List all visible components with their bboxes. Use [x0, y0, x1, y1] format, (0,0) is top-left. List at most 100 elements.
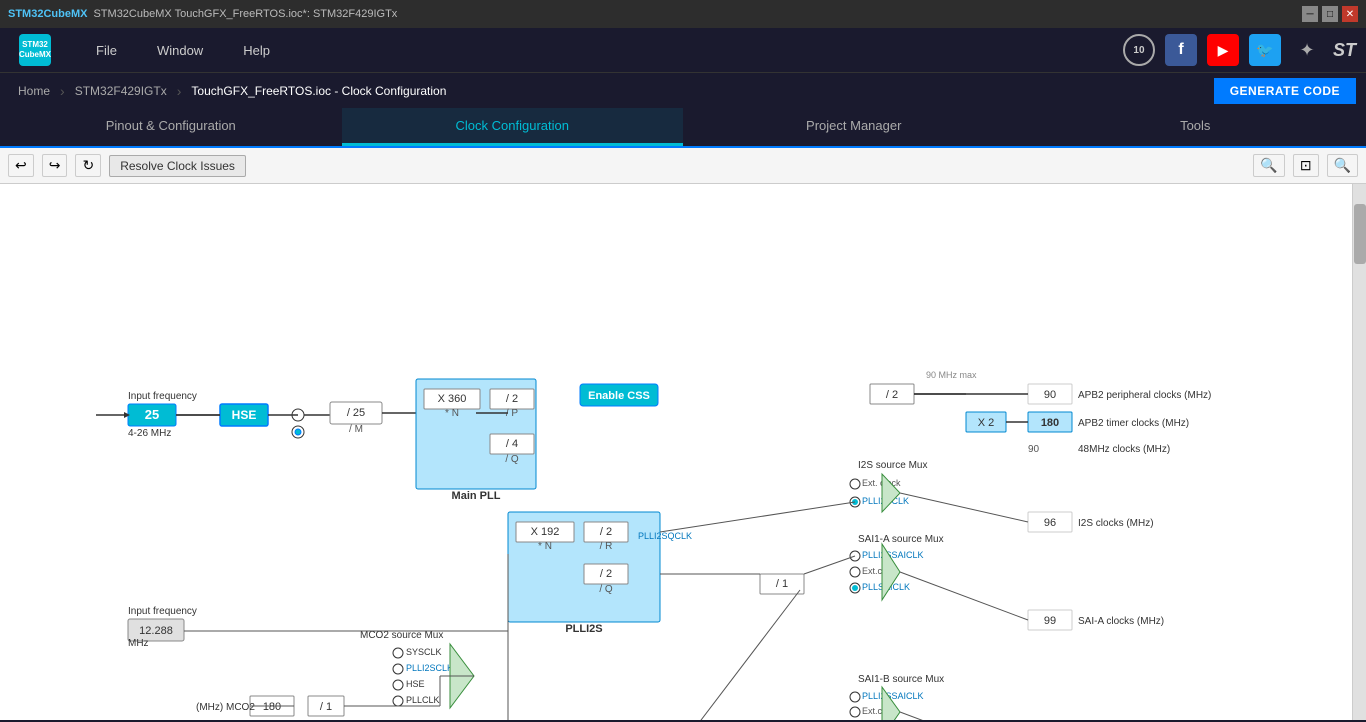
- mul-n-label: * N: [445, 408, 459, 419]
- div1-mco2-val: / 1: [320, 701, 332, 713]
- generate-code-button[interactable]: GENERATE CODE: [1214, 78, 1356, 104]
- breadcrumb-file[interactable]: TouchGFX_FreeRTOS.ioc - Clock Configurat…: [183, 82, 454, 100]
- zoom-out-button[interactable]: 🔍: [1327, 154, 1358, 177]
- diagram-svg: Input frequency 25 4-26 MHz HSE / 25 /: [0, 184, 1352, 720]
- youtube-icon[interactable]: ▶: [1207, 34, 1239, 66]
- app-logo-text: STM32CubeMX: [8, 8, 87, 20]
- input-range-1: 4-26 MHz: [128, 428, 171, 439]
- titlebar-controls[interactable]: ─ □ ✕: [1302, 6, 1358, 22]
- mco2-sysclk-label: SYSCLK: [406, 647, 442, 657]
- sai-a-clocks-label: SAI-A clocks (MHz): [1078, 616, 1164, 627]
- clock-diagram: Input frequency 25 4-26 MHz HSE / 25 /: [0, 184, 1366, 720]
- scroll-thumb[interactable]: [1354, 204, 1366, 264]
- mco2-val: 180: [263, 701, 281, 713]
- i2s-source-mux-label: I2S source Mux: [858, 460, 927, 471]
- mco2-plli2sclk-label: PLLI2SCLK: [406, 663, 453, 673]
- sysclk-div2-value: / 2: [886, 389, 898, 401]
- mul-n-plli2s-label: * N: [538, 541, 552, 552]
- network-icon[interactable]: ✦: [1291, 34, 1323, 66]
- zoom-fit-button[interactable]: ⊡: [1293, 154, 1319, 177]
- radio-mco2-plli2s[interactable]: [393, 664, 403, 674]
- mhz48-val: 90: [1028, 444, 1040, 455]
- zoom-in-button[interactable]: 🔍: [1253, 154, 1284, 177]
- enable-css-label: Enable CSS: [588, 390, 650, 402]
- apb2-periph-label: APB2 peripheral clocks (MHz): [1078, 390, 1211, 401]
- radio-mco2-sysclk[interactable]: [393, 648, 403, 658]
- radio-i2s-ext[interactable]: [850, 479, 860, 489]
- radio-sai-a-pllsai-fill: [852, 585, 858, 591]
- breadcrumb-home[interactable]: Home: [10, 82, 58, 100]
- sai1-b-mux-label: SAI1-B source Mux: [858, 674, 944, 685]
- x2-apb2-value: X 2: [978, 417, 995, 429]
- plli2sqclk-label: PLLI2SQCLK: [638, 531, 692, 541]
- plli2ssaiclk-a-label: PLLI2SSAICLK: [862, 550, 924, 560]
- div-q-plli2s-label: / Q: [599, 584, 613, 595]
- mul-n-plli2s-value: X 192: [531, 526, 560, 538]
- refresh-button[interactable]: ↻: [75, 154, 101, 177]
- st-logo-icon: ST: [1333, 40, 1356, 61]
- radio-mco2-pllclk[interactable]: [393, 696, 403, 706]
- menu-social-icons: 10 f ▶ 🐦 ✦ ST: [1123, 34, 1356, 66]
- input-freq-1-value: 25: [145, 407, 159, 422]
- menu-file[interactable]: File: [76, 28, 137, 72]
- radio-sai-b-ext[interactable]: [850, 707, 860, 717]
- titlebar: STM32CubeMX STM32CubeMX TouchGFX_FreeRTO…: [0, 0, 1366, 28]
- stm32-logo: STM32CubeMX: [10, 32, 60, 68]
- input-freq-label-1: Input frequency: [128, 391, 197, 402]
- menu-window[interactable]: Window: [137, 28, 223, 72]
- div-r-plli2s-value: / 2: [600, 526, 612, 538]
- input-freq-2-value: 12.288: [139, 625, 173, 637]
- titlebar-title: STM32CubeMX TouchGFX_FreeRTOS.ioc*: STM3…: [93, 8, 397, 20]
- div-p-value: / 2: [506, 393, 518, 405]
- titlebar-left: STM32CubeMX STM32CubeMX TouchGFX_FreeRTO…: [8, 8, 397, 20]
- div-q-label: / Q: [505, 454, 519, 465]
- close-button[interactable]: ✕: [1342, 6, 1358, 22]
- plli2ssaiclk-b-label: PLLI2SSAICLK: [862, 691, 924, 701]
- input-freq-label-2: Input frequency: [128, 606, 197, 617]
- div1-plli2sq-value: / 1: [776, 578, 788, 590]
- sai-a-clocks-val: 99: [1044, 615, 1056, 627]
- div-m-value: / 25: [347, 407, 365, 419]
- mul-n-main-value: X 360: [438, 393, 467, 405]
- tab-clock[interactable]: Clock Configuration: [342, 108, 684, 146]
- radio-hse-bot-fill: [295, 429, 301, 435]
- radio-mco2-hse[interactable]: [393, 680, 403, 690]
- radio-sai-a-ext[interactable]: [850, 567, 860, 577]
- minimize-button[interactable]: ─: [1302, 6, 1318, 22]
- radio-sai-b-plli2s[interactable]: [850, 692, 860, 702]
- div-r-plli2s-label: / R: [600, 541, 613, 552]
- main-tabs: Pinout & Configuration Clock Configurati…: [0, 108, 1366, 148]
- clock-configuration-area: ↩ ↪ ↻ Resolve Clock Issues 🔍 ⊡ 🔍 Input f…: [0, 148, 1366, 720]
- breadcrumb-chip[interactable]: STM32F429IGTx: [67, 82, 175, 100]
- twitter-icon[interactable]: 🐦: [1249, 34, 1281, 66]
- plli2s-label: PLLI2S: [565, 623, 602, 635]
- mco2-mhz-label: (MHz) MCO2: [196, 702, 255, 713]
- div-m-label: / M: [349, 424, 363, 435]
- breadcrumb-bar: Home › STM32F429IGTx › TouchGFX_FreeRTOS…: [0, 72, 1366, 108]
- tab-project-manager[interactable]: Project Manager: [683, 108, 1025, 146]
- div-q-main-value: / 4: [506, 438, 518, 450]
- mhz90-max-label: 90 MHz max: [926, 370, 977, 380]
- undo-button[interactable]: ↩: [8, 154, 34, 177]
- maximize-button[interactable]: □: [1322, 6, 1338, 22]
- breadcrumb-sep-1: ›: [60, 83, 65, 99]
- tab-pinout[interactable]: Pinout & Configuration: [0, 108, 342, 146]
- clock-toolbar: ↩ ↪ ↻ Resolve Clock Issues 🔍 ⊡ 🔍: [0, 148, 1366, 184]
- i2s-clocks-label: I2S clocks (MHz): [1078, 518, 1154, 529]
- main-pll-label: Main PLL: [452, 490, 501, 502]
- facebook-icon[interactable]: f: [1165, 34, 1197, 66]
- menubar: STM32CubeMX File Window Help 10 f ▶ 🐦 ✦ …: [0, 28, 1366, 72]
- tab-tools[interactable]: Tools: [1025, 108, 1366, 146]
- menu-items: File Window Help: [76, 28, 1123, 72]
- input-freq-unit: MHz: [128, 638, 149, 649]
- hse-label: HSE: [232, 408, 257, 422]
- mco2-source-mux-label: MCO2 source Mux: [360, 630, 443, 641]
- resolve-clock-button[interactable]: Resolve Clock Issues: [109, 155, 246, 177]
- mco2-hse-label: HSE: [406, 679, 425, 689]
- redo-button[interactable]: ↪: [42, 154, 68, 177]
- menu-help[interactable]: Help: [223, 28, 290, 72]
- apb2-periph-val: 90: [1044, 389, 1056, 401]
- mhz48-label: 48MHz clocks (MHz): [1078, 444, 1170, 455]
- anniversary-icon: 10: [1123, 34, 1155, 66]
- right-scrollbar[interactable]: [1352, 184, 1366, 720]
